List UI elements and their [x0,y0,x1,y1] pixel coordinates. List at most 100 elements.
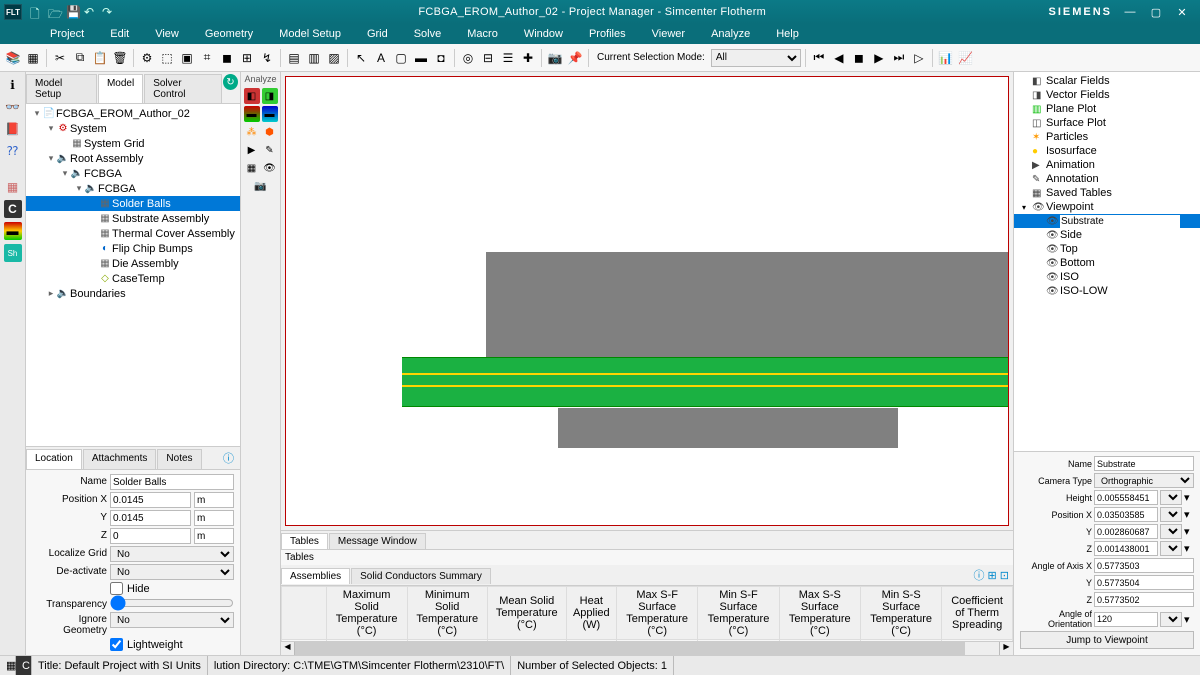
posy-unit[interactable] [194,510,234,526]
vp-ax-field[interactable] [1094,558,1194,573]
tree-node[interactable]: ◐Flip Chip Bumps [26,241,240,256]
tb-library-icon[interactable]: 📚 [4,49,22,67]
tb-paste-icon[interactable]: 📋 [91,49,109,67]
tree-refresh-icon[interactable]: ↻ [223,74,238,90]
tree-node[interactable]: ▸🔈Boundaries [26,286,240,301]
tb-list-icon[interactable]: ☰ [499,49,517,67]
an-cam-icon[interactable]: 📷 [253,178,269,194]
menu-geometry[interactable]: Geometry [205,28,253,40]
tree-node[interactable]: ▾⚙System [26,121,240,136]
tb-play-icon[interactable]: ▶ [870,49,888,67]
an-eye-icon[interactable]: 👁 [262,160,278,176]
result-tree-node[interactable]: 👁Top [1014,242,1200,256]
table-header[interactable]: Mean Solid Temperature (°C) [487,587,566,640]
menu-viewer[interactable]: Viewer [652,28,685,40]
menu-profiles[interactable]: Profiles [589,28,626,40]
localize-field[interactable]: No [110,546,234,562]
vp-name-field[interactable] [1094,456,1194,471]
vtool-book-icon[interactable]: 📕 [4,120,22,138]
menu-edit[interactable]: Edit [110,28,129,40]
3d-viewport[interactable] [285,76,1009,526]
tab-notes[interactable]: Notes [157,449,201,469]
an-grad2-icon[interactable]: ▬ [262,106,278,122]
tb-select-icon[interactable]: ↖ [352,49,370,67]
table-header[interactable]: Minimum Solid Temperature (°C) [407,587,487,640]
tb-solid2-icon[interactable]: ▬ [412,49,430,67]
tb-flow-icon[interactable]: ↯ [258,49,276,67]
an-dots-icon[interactable]: ⁂ [244,124,260,140]
tb-solid-icon[interactable]: ◼ [218,49,236,67]
result-tree-node[interactable]: ◧Scalar Fields [1014,74,1200,88]
tab-assemblies[interactable]: Assemblies [281,568,350,584]
tb-pin-icon[interactable]: 📌 [566,49,584,67]
tab-tables[interactable]: Tables [281,533,328,549]
jump-to-viewpoint-button[interactable]: Jump to Viewpoint [1020,631,1194,649]
vp-py-unit[interactable]: m [1160,524,1182,539]
hide-checkbox[interactable] [110,582,123,595]
vtool-green-icon[interactable]: ▬ [4,222,22,240]
vp-px-unit[interactable]: m [1160,507,1182,522]
tree-node[interactable]: ▦Solder Balls [26,196,240,211]
result-tree-node[interactable]: ▾👁Viewpoint [1014,200,1200,214]
vtool-glasses-icon[interactable]: 👓 [4,98,22,116]
menu-grid[interactable]: Grid [367,28,388,40]
tb-stop-icon[interactable]: ◼ [850,49,868,67]
result-tree-node[interactable]: ✶Particles [1014,130,1200,144]
qa-open-icon[interactable]: 🗁 [48,5,62,19]
vp-pz-field[interactable] [1094,541,1158,556]
an-hex-icon[interactable]: ⬢ [262,124,278,140]
menu-view[interactable]: View [155,28,179,40]
menu-macro[interactable]: Macro [467,28,498,40]
tb-tree-icon[interactable]: ⊟ [479,49,497,67]
tree-node[interactable]: ▾🔈Root Assembly [26,151,240,166]
minimize-button[interactable]: — [1122,6,1138,19]
an-play-icon[interactable]: ▶ [244,142,260,158]
lightweight-checkbox[interactable] [110,638,123,651]
result-tree-node[interactable]: ◨Vector Fields [1014,88,1200,102]
table-header[interactable]: Heat Applied (W) [566,587,616,640]
tree-node[interactable]: ▦Thermal Cover Assembly [26,226,240,241]
result-tree-node[interactable]: ▥Plane Plot [1014,102,1200,116]
ignore-field[interactable]: No [110,612,234,628]
tb-copy-icon[interactable]: ⧉ [71,49,89,67]
tb-mesh-icon[interactable]: ⊞ [238,49,256,67]
tab-solid-conductors[interactable]: Solid Conductors Summary [351,568,491,584]
tab-model[interactable]: Model [98,74,143,103]
vp-py-field[interactable] [1094,524,1158,539]
tab-model-setup[interactable]: Model Setup [26,74,97,103]
help-icon[interactable]: ⓘ [217,447,240,469]
vp-height-unit[interactable]: m [1160,490,1182,505]
tb-chart-icon[interactable]: 📊 [937,49,955,67]
vtool-c-icon[interactable]: C [4,200,22,218]
vtool-grid-icon[interactable]: ▦ [4,178,22,196]
vp-px-field[interactable] [1094,507,1158,522]
tab-location[interactable]: Location [26,449,82,469]
hscrollbar[interactable]: ◀ ▶ [281,641,1013,655]
table-header[interactable]: Max S-F Surface Temperature (°C) [616,587,697,640]
tb-text-icon[interactable]: A [372,49,390,67]
vp-orient-unit[interactable]: deg [1160,612,1182,627]
result-tree-node[interactable]: 👁 [1014,214,1200,228]
tb-delete-icon[interactable]: 🗑 [111,49,129,67]
vp-orient-field[interactable] [1094,612,1158,627]
table-header[interactable]: Min S-S Surface Temperature (°C) [861,587,942,640]
vp-az-field[interactable] [1094,592,1194,607]
tree-node[interactable]: ▾📄FCBGA_EROM_Author_02 [26,106,240,121]
tree-node[interactable]: ▾🔈FCBGA [26,166,240,181]
tb-target-icon[interactable]: ◎ [459,49,477,67]
posx-unit[interactable] [194,492,234,508]
posz-unit[interactable] [194,528,234,544]
table-header[interactable]: Max S-S Surface Temperature (°C) [779,587,861,640]
tb-restart-icon[interactable]: ⏮ [810,49,828,67]
menu-analyze[interactable]: Analyze [711,28,750,40]
vtool-sh-icon[interactable]: Sh [4,244,22,262]
tb-cut-icon[interactable]: ✂ [51,49,69,67]
result-tree-node[interactable]: 👁ISO-LOW [1014,284,1200,298]
menu-help[interactable]: Help [776,28,799,40]
tree-node[interactable]: ◇CaseTemp [26,271,240,286]
result-tree-node[interactable]: ●Isosurface [1014,144,1200,158]
tb-box-icon[interactable]: ▣ [178,49,196,67]
qa-redo-icon[interactable]: ↷ [102,5,116,19]
vtool-help-icon[interactable]: ⁇ [4,142,22,160]
menu-solve[interactable]: Solve [414,28,442,40]
